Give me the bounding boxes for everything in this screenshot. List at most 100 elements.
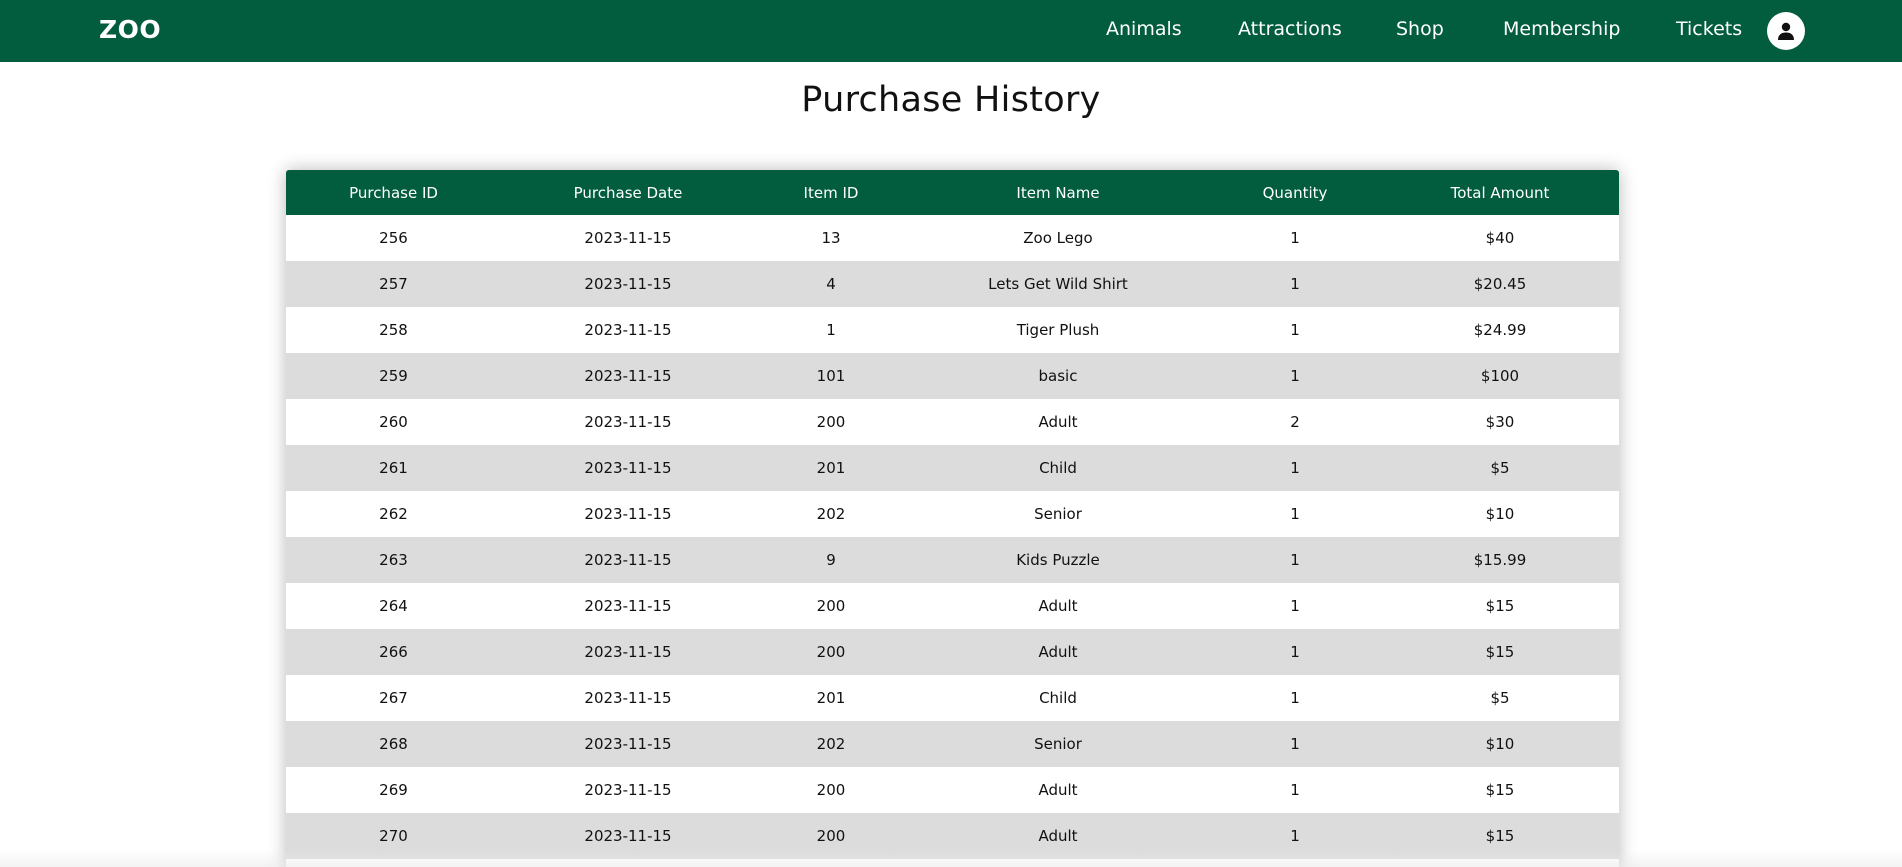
cell-item-id: 101 [816,367,846,385]
zoo-logo[interactable]: ZOO [99,15,161,44]
cell-item-name: Adult [1038,597,1078,615]
cell-item-name: Senior [1034,735,1082,753]
cell-purchase-id: 259 [379,367,408,385]
cell-purchase-id: 260 [379,413,408,431]
cell-quantity: 1 [1290,367,1300,385]
column-header-total-amount[interactable]: Total Amount [1381,170,1619,215]
cell-purchase-date: 2023-11-15 [584,505,672,523]
table-row: 268 2023-11-15 202 Senior 1 $10 [286,721,1619,767]
cell-purchase-id: 269 [379,781,408,799]
cell-purchase-date: 2023-11-15 [584,781,672,799]
table-row: 256 2023-11-15 13 Zoo Lego 1 $40 [286,215,1619,261]
nav-link-membership[interactable]: Membership [1503,18,1620,40]
nav-link-shop[interactable]: Shop [1396,18,1444,40]
top-navbar: ZOO Animals Attractions Shop Membership … [0,0,1902,62]
table-row: 261 2023-11-15 201 Child 1 $5 [286,445,1619,491]
table-row: 260 2023-11-15 200 Adult 2 $30 [286,399,1619,445]
cell-purchase-id: 261 [379,459,408,477]
table-row: 263 2023-11-15 9 Kids Puzzle 1 $15.99 [286,537,1619,583]
table-row: 267 2023-11-15 201 Child 1 $5 [286,675,1619,721]
cell-quantity: 1 [1290,689,1300,707]
table-row: 266 2023-11-15 200 Adult 1 $15 [286,629,1619,675]
cell-total-amount: $5 [1490,689,1510,707]
column-header-item-id[interactable]: Item ID [755,170,907,215]
cell-purchase-date: 2023-11-15 [584,413,672,431]
cell-purchase-id: 267 [379,689,408,707]
column-header-item-name[interactable]: Item Name [907,170,1209,215]
cell-item-id: 13 [821,229,841,247]
cell-purchase-date: 2023-11-15 [584,459,672,477]
cell-total-amount: $15 [1485,643,1515,661]
cell-total-amount: $10 [1485,735,1515,753]
cell-purchase-id: 262 [379,505,408,523]
purchase-history-table-container: Purchase ID Purchase Date Item ID Item N… [286,170,1619,867]
cell-quantity: 2 [1290,413,1300,431]
cell-item-name: basic [1038,367,1078,385]
table-header-row: Purchase ID Purchase Date Item ID Item N… [286,170,1619,215]
nav-link-tickets[interactable]: Tickets [1676,18,1742,40]
cell-purchase-date: 2023-11-15 [584,551,672,569]
cell-total-amount: $5 [1490,459,1510,477]
cell-total-amount: $10 [1485,505,1515,523]
column-header-purchase-date[interactable]: Purchase Date [501,170,755,215]
cell-item-id: 200 [816,413,846,431]
cell-purchase-id: 258 [379,321,408,339]
cell-purchase-date: 2023-11-15 [584,275,672,293]
cell-item-id: 4 [826,275,836,293]
table-row: 259 2023-11-15 101 basic 1 $100 [286,353,1619,399]
table-row: 264 2023-11-15 200 Adult 1 $15 [286,583,1619,629]
cell-purchase-date: 2023-11-15 [584,367,672,385]
cell-quantity: 1 [1290,551,1300,569]
cell-total-amount: $30 [1485,413,1515,431]
cell-quantity: 1 [1290,505,1300,523]
cell-item-id: 200 [816,643,846,661]
cell-purchase-date: 2023-11-15 [584,321,672,339]
cell-total-amount: $20.45 [1473,275,1527,293]
table-row: 269 2023-11-15 200 Adult 1 $15 [286,767,1619,813]
cell-purchase-date: 2023-11-15 [584,735,672,753]
cell-quantity: 1 [1290,275,1300,293]
cell-item-id: 200 [816,597,846,615]
cell-quantity: 1 [1290,781,1300,799]
cell-item-id: 202 [816,735,846,753]
cell-purchase-date: 2023-11-15 [584,643,672,661]
cell-quantity: 1 [1290,735,1300,753]
nav-link-animals[interactable]: Animals [1106,18,1182,40]
cell-item-name: Child [1039,689,1077,707]
cell-purchase-id: 257 [379,275,408,293]
cell-item-id: 1 [826,321,836,339]
cell-quantity: 1 [1290,229,1300,247]
cell-quantity: 1 [1290,459,1300,477]
cell-item-name: Senior [1034,505,1082,523]
cell-total-amount: $40 [1485,229,1515,247]
cell-purchase-date: 2023-11-15 [584,689,672,707]
profile-avatar-button[interactable] [1767,12,1805,50]
cell-total-amount: $15 [1485,781,1515,799]
table-row: 258 2023-11-15 1 Tiger Plush 1 $24.99 [286,307,1619,353]
cell-item-id: 201 [816,689,846,707]
cell-item-name: Adult [1038,413,1078,431]
cell-total-amount: $24.99 [1473,321,1527,339]
column-header-purchase-id[interactable]: Purchase ID [286,170,501,215]
page-title: Purchase History [801,80,1101,120]
cell-item-id: 201 [816,459,846,477]
cell-total-amount: $100 [1480,367,1520,385]
cell-item-name: Child [1039,459,1077,477]
cell-purchase-id: 268 [379,735,408,753]
cell-quantity: 1 [1290,643,1300,661]
cell-purchase-date: 2023-11-15 [584,597,672,615]
cell-purchase-id: 263 [379,551,408,569]
cell-item-name: Kids Puzzle [1016,551,1100,569]
table-row: 257 2023-11-15 4 Lets Get Wild Shirt 1 $20.45 [286,261,1619,307]
cell-item-id: 202 [816,505,846,523]
cell-purchase-id: 266 [379,643,408,661]
bottom-fade-overlay [0,850,1902,867]
cell-total-amount: $15 [1485,597,1515,615]
user-icon [1778,22,1794,40]
cell-item-name: Lets Get Wild Shirt [988,275,1128,293]
cell-item-name: Adult [1038,781,1078,799]
column-header-quantity[interactable]: Quantity [1209,170,1381,215]
nav-link-attractions[interactable]: Attractions [1238,18,1342,40]
table-body: 256 2023-11-15 13 Zoo Lego 1 $40 257 2023-11-15… [286,215,1619,859]
cell-item-id: 9 [826,551,836,569]
